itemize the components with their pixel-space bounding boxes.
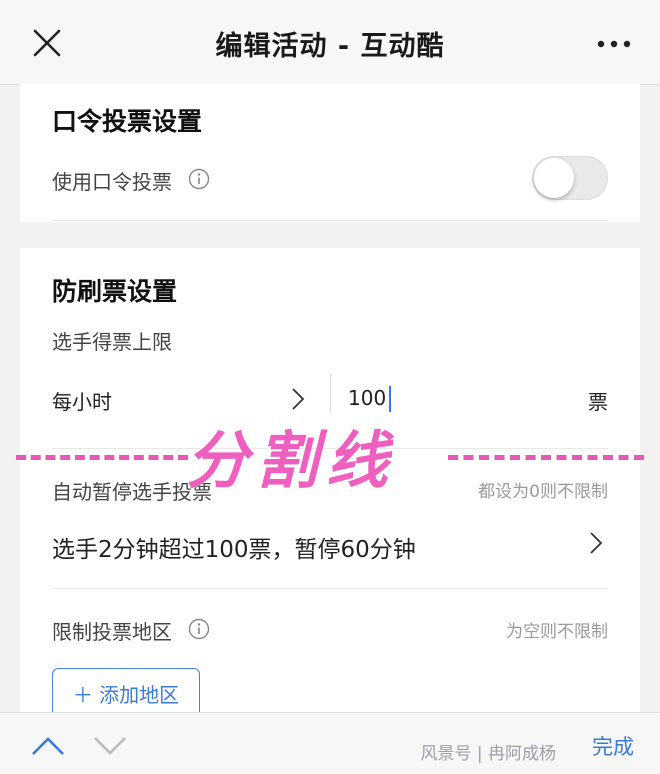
vote-limit-label: 选手得票上限 [52,330,172,354]
auto-pause-rule[interactable]: 选手2分钟超过100票，暂停60分钟 [52,530,416,564]
info-icon[interactable] [188,618,210,640]
plus-icon: ＋ [72,683,93,707]
password-vote-title: 口令投票设置 [52,107,203,136]
field-separator [330,374,331,414]
chevron-up-icon[interactable] [30,735,66,757]
anti-fraud-title: 防刷票设置 [52,277,178,306]
watermark: 风景号 | 冉阿成杨 [420,744,556,764]
region-limit-label: 限制投票地区 [52,620,172,644]
chevron-right-icon[interactable] [588,530,604,556]
more-options-icon[interactable] [596,34,632,54]
overlay-divider-text: 分割线 [186,424,397,497]
auto-pause-hint: 都设为0则不限制 [478,482,608,502]
top-bar: 编辑活动 - 互动酷 [0,0,660,85]
password-vote-toggle[interactable] [532,156,608,200]
region-limit-hint: 为空则不限制 [506,622,608,642]
done-button[interactable]: 完成 [592,731,634,761]
overlay-dashed-line-right [448,455,644,460]
use-password-vote-label: 使用口令投票 [52,170,172,194]
info-icon[interactable] [188,168,210,190]
overlay-dashed-line-left [16,455,188,460]
vote-limit-input[interactable]: 100 [348,386,386,410]
text-caret [389,386,391,412]
password-vote-card: 口令投票设置 使用口令投票 [20,84,640,222]
divider [52,588,608,589]
divider [52,220,608,221]
chevron-right-icon[interactable] [290,386,306,412]
chevron-down-icon[interactable] [92,735,128,757]
keyboard-toolbar: 风景号 | 冉阿成杨 完成 [0,712,660,774]
page-title: 编辑活动 - 互动酷 [215,31,445,62]
vote-unit: 票 [588,390,608,414]
add-region-label: 添加地区 [99,683,180,707]
limit-period-select[interactable]: 每小时 [52,386,112,415]
toggle-knob [534,158,574,198]
